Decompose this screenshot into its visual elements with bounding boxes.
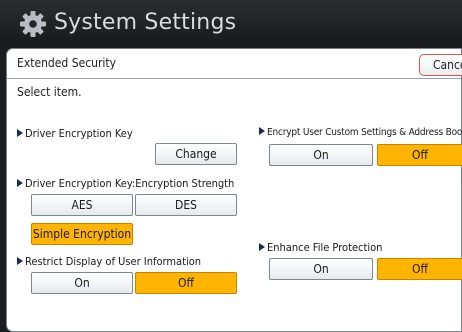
cancel-button[interactable]: Cancel (419, 54, 462, 76)
arrow-icon (259, 243, 265, 251)
restrict-display-on-button[interactable]: On (31, 272, 133, 294)
arrow-icon (17, 129, 23, 137)
arrow-icon (17, 179, 23, 187)
file-protection-label: Enhance File Protection (259, 241, 382, 254)
encrypt-custom-off-button[interactable]: Off (377, 144, 462, 166)
driver-key-label: Driver Encryption Key (17, 127, 133, 140)
arrow-icon (17, 257, 23, 265)
title-bar: System Settings (0, 0, 462, 47)
change-button[interactable]: Change (155, 143, 237, 165)
instruction-text: Select item. (17, 85, 82, 99)
encrypt-custom-on-button[interactable]: On (269, 144, 373, 166)
screen-title: Extended Security (17, 56, 117, 70)
screen-header: Extended Security (7, 49, 461, 79)
restrict-display-off-button[interactable]: Off (135, 272, 237, 294)
simple-encryption-button[interactable]: Simple Encryption (31, 223, 133, 245)
restrict-display-label: Restrict Display of User Information (17, 255, 201, 268)
file-protection-off-button[interactable]: Off (377, 258, 462, 280)
file-protection-on-button[interactable]: On (269, 258, 373, 280)
des-button[interactable]: DES (135, 194, 237, 216)
encrypt-custom-label: Encrypt User Custom Settings & Address B… (259, 127, 462, 138)
settings-panel: Extended Security Cancel Select item. Dr… (6, 48, 462, 332)
gear-icon (20, 11, 46, 37)
window-title: System Settings (54, 10, 237, 35)
arrow-icon (259, 127, 265, 135)
aes-button[interactable]: AES (31, 194, 133, 216)
strength-label: Driver Encryption Key:Encryption Strengt… (17, 177, 234, 190)
